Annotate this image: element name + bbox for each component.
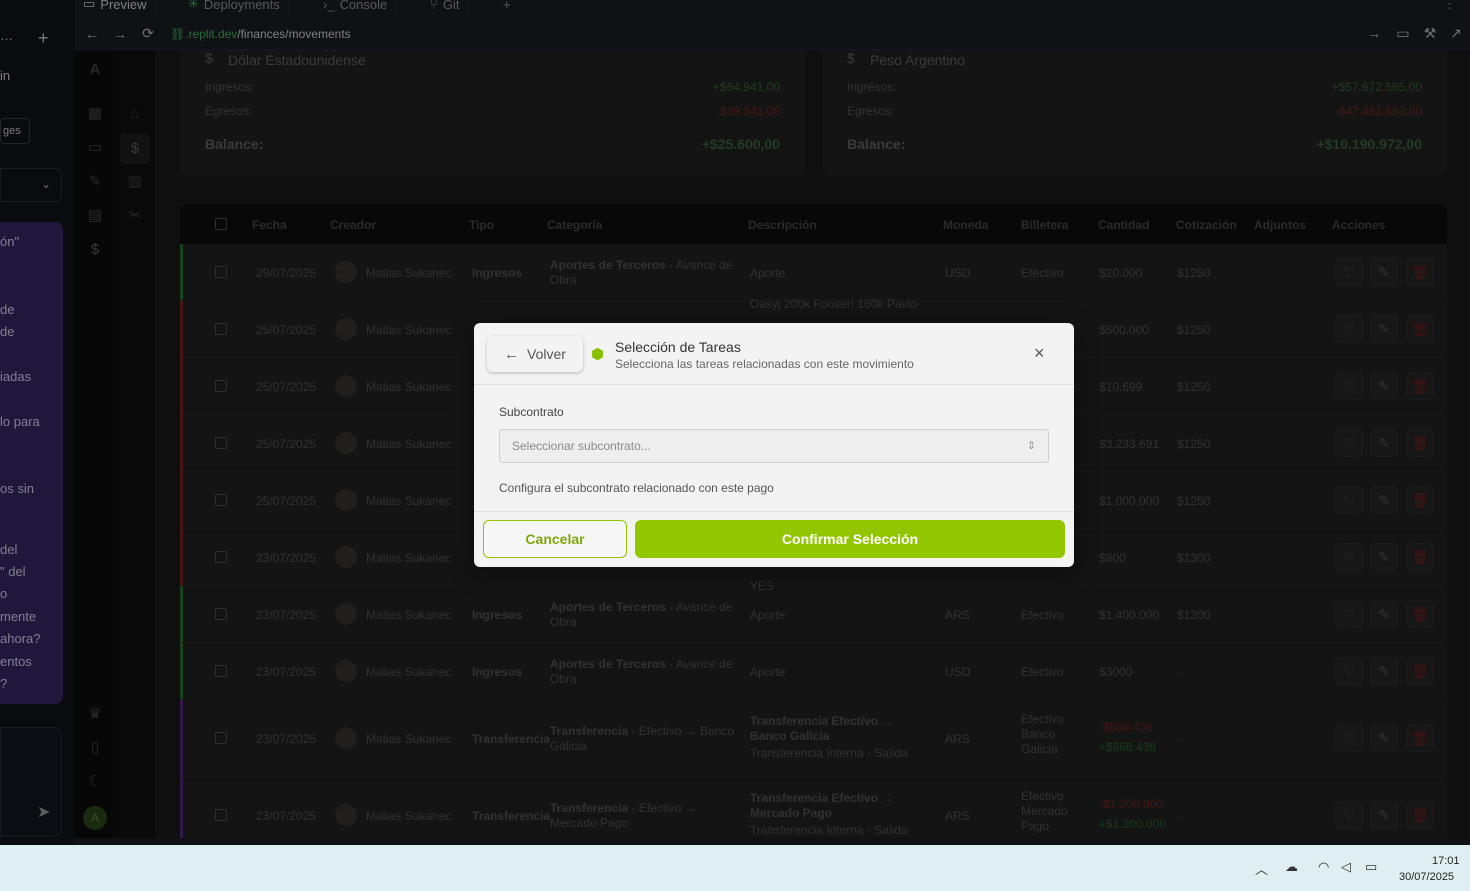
- subcontrato-label: Subcontrato: [499, 405, 564, 419]
- chevron-updown-icon: ⇕: [1026, 440, 1036, 452]
- close-icon[interactable]: ×: [1034, 343, 1045, 364]
- clock-time[interactable]: 17:01: [1432, 855, 1460, 867]
- speaker-icon[interactable]: ◁: [1341, 859, 1351, 875]
- helper-text: Configura el subcontrato relacionado con…: [499, 481, 774, 495]
- arrow-left-icon: ←: [504, 345, 520, 363]
- confirm-selection-button[interactable]: Confirmar Selección: [635, 520, 1065, 558]
- package-icon: ⬢: [591, 346, 605, 363]
- select-placeholder: Seleccionar subcontrato...: [512, 439, 651, 453]
- cancel-button[interactable]: Cancelar: [483, 520, 627, 558]
- modal-subtitle: Selecciona las tareas relacionadas con e…: [615, 357, 914, 371]
- subcontrato-select[interactable]: Seleccionar subcontrato... ⇕: [499, 429, 1049, 463]
- divider: [474, 511, 1074, 512]
- chevron-up-icon[interactable]: ︿: [1255, 859, 1268, 878]
- divider: [474, 384, 1074, 385]
- task-selection-modal: ← Volver ⬢ Selección de Tareas Seleccion…: [474, 323, 1074, 567]
- battery-icon[interactable]: ▭: [1365, 859, 1377, 875]
- cloud-icon[interactable]: ☁: [1285, 859, 1298, 875]
- back-button[interactable]: ← Volver: [487, 336, 583, 372]
- wifi-icon[interactable]: ◠: [1318, 859, 1329, 875]
- modal-title: Selección de Tareas: [615, 339, 741, 355]
- clock-date[interactable]: 30/07/2025: [1399, 871, 1454, 883]
- back-label: Volver: [527, 346, 566, 362]
- os-taskbar: ︿ ☁ ◠ ◁ ▭ 17:01 30/07/2025: [0, 845, 1470, 891]
